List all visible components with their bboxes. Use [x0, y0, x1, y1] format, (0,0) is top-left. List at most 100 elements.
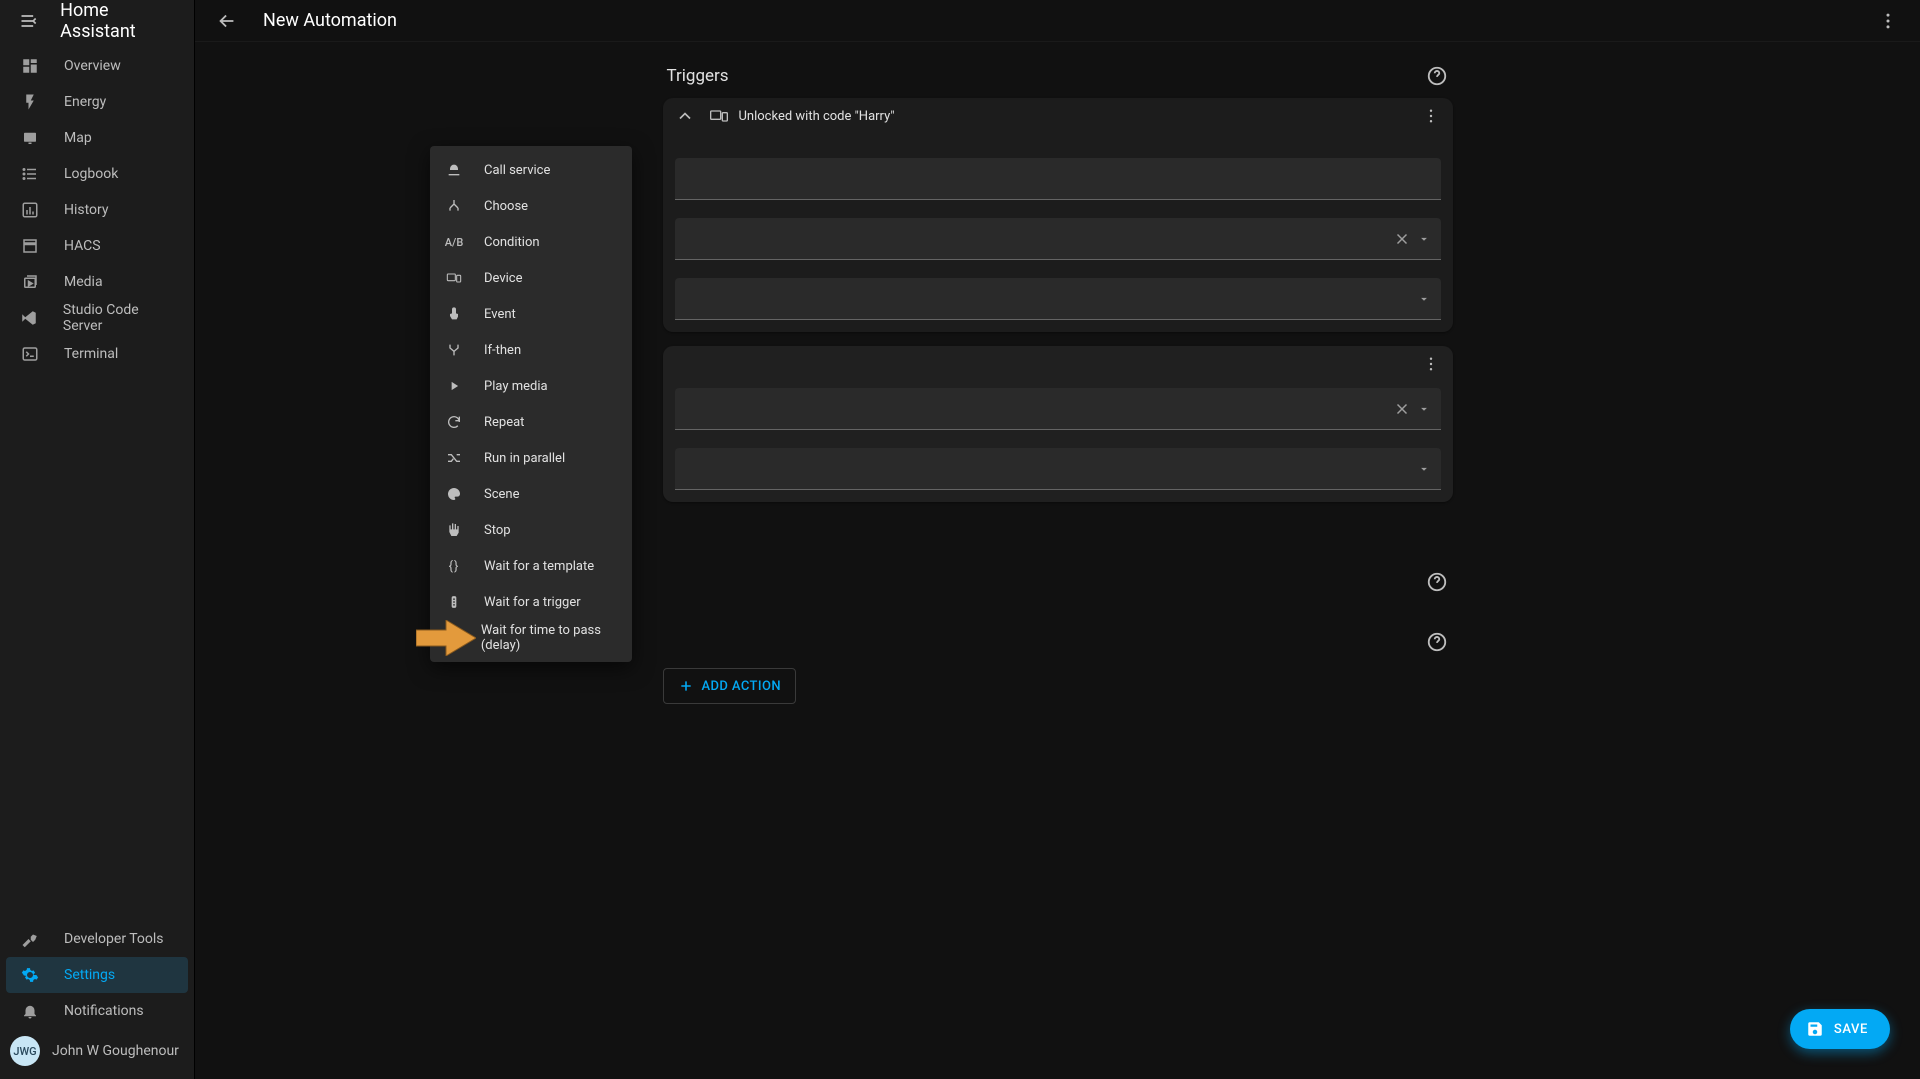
- help-icon[interactable]: [1425, 570, 1449, 594]
- trigger-field-2[interactable]: [675, 218, 1441, 260]
- trigger-card-head[interactable]: Unlocked with code "Harry": [663, 98, 1453, 134]
- menu-collapse-icon[interactable]: [12, 3, 46, 39]
- sidebar-item-hacs[interactable]: HACS: [6, 228, 188, 264]
- chevron-up-icon[interactable]: [671, 102, 699, 130]
- card-overflow-button[interactable]: [1417, 350, 1445, 378]
- section-head-triggers: Triggers: [667, 64, 1449, 88]
- menu-item-label: Repeat: [484, 415, 524, 430]
- menu-item-event[interactable]: Event: [430, 296, 632, 332]
- vscode-icon: [18, 309, 41, 327]
- clear-icon[interactable]: [1393, 230, 1411, 248]
- menu-item-label: Wait for time to pass (delay): [481, 623, 618, 653]
- menu-item-device[interactable]: Device: [430, 260, 632, 296]
- menu-item-label: Play media: [484, 379, 548, 394]
- sidebar-item-label: Map: [64, 130, 92, 146]
- terminal-icon: [18, 345, 42, 363]
- menu-item-if-then[interactable]: If-then: [430, 332, 632, 368]
- menu-item-label: Scene: [484, 487, 520, 502]
- sidebar-item-vscode[interactable]: Studio Code Server: [6, 300, 188, 336]
- hammer-icon: [18, 930, 42, 948]
- chart-icon: [18, 201, 42, 219]
- sidebar-item-label: Settings: [64, 967, 115, 983]
- app-name: Home Assistant: [60, 0, 182, 42]
- sidebar-item-energy[interactable]: Energy: [6, 84, 188, 120]
- bell-icon: [18, 1002, 42, 1020]
- back-button[interactable]: [209, 3, 245, 39]
- timer-icon: [444, 630, 461, 646]
- bell-service-icon: [444, 162, 464, 178]
- avatar: JWG: [10, 1036, 40, 1066]
- sidebar-header: Home Assistant: [0, 0, 194, 42]
- user-name: John W Goughenour: [52, 1043, 179, 1059]
- menu-item-label: Run in parallel: [484, 451, 565, 466]
- menu-item-wait-template[interactable]: {} Wait for a template: [430, 548, 632, 584]
- trigger-field-3[interactable]: [675, 278, 1441, 320]
- add-action-button[interactable]: ADD ACTION: [663, 668, 796, 704]
- sidebar-item-label: Notifications: [64, 1003, 144, 1019]
- sidebar-item-map[interactable]: Map: [6, 120, 188, 156]
- devices-icon: [444, 270, 464, 286]
- sidebar-user[interactable]: JWG John W Goughenour: [0, 1029, 194, 1073]
- help-icon[interactable]: [1425, 630, 1449, 654]
- menu-item-wait-delay[interactable]: Wait for time to pass (delay): [430, 620, 632, 656]
- braces-icon: {}: [444, 559, 464, 574]
- sidebar-item-label: Overview: [64, 58, 121, 74]
- overflow-menu-button[interactable]: [1870, 3, 1906, 39]
- sidebar-item-terminal[interactable]: Terminal: [6, 336, 188, 372]
- list-icon: [18, 165, 42, 183]
- fork-icon: [444, 342, 464, 358]
- cog-icon: [18, 966, 42, 984]
- sidebar-item-notifications[interactable]: Notifications: [6, 993, 188, 1029]
- sidebar-item-label: Logbook: [64, 166, 118, 182]
- menu-item-wait-trigger[interactable]: Wait for a trigger: [430, 584, 632, 620]
- menu-item-label: Wait for a template: [484, 559, 594, 574]
- flash-icon: [18, 93, 42, 111]
- menu-item-condition[interactable]: A/BCondition: [430, 224, 632, 260]
- menu-item-call-service[interactable]: Call service: [430, 152, 632, 188]
- menu-item-label: Device: [484, 271, 523, 286]
- menu-item-play-media[interactable]: Play media: [430, 368, 632, 404]
- sidebar-item-history[interactable]: History: [6, 192, 188, 228]
- trigger-field-1[interactable]: [675, 158, 1441, 200]
- save-label: SAVE: [1834, 1022, 1868, 1037]
- menu-item-scene[interactable]: Scene: [430, 476, 632, 512]
- add-action-label: ADD ACTION: [702, 679, 781, 694]
- sidebar-item-settings[interactable]: Settings: [6, 957, 188, 993]
- media-icon: [18, 273, 42, 291]
- menu-item-choose[interactable]: Choose: [430, 188, 632, 224]
- trigger-card-body: [663, 134, 1453, 332]
- menu-item-label: Stop: [484, 523, 511, 538]
- menu-item-label: Call service: [484, 163, 550, 178]
- trigger2-field-1[interactable]: [675, 388, 1441, 430]
- trigger-card: Unlocked with code "Harry": [663, 98, 1453, 332]
- menu-item-label: Event: [484, 307, 516, 322]
- dashboard-icon: [18, 57, 42, 75]
- trigger2-field-2[interactable]: [675, 448, 1441, 490]
- ab-icon: A/B: [444, 236, 464, 249]
- menu-item-parallel[interactable]: Run in parallel: [430, 440, 632, 476]
- menu-item-stop[interactable]: Stop: [430, 512, 632, 548]
- trigger-card-2-body: [663, 382, 1453, 502]
- sidebar-item-overview[interactable]: Overview: [6, 48, 188, 84]
- sidebar-item-devtools[interactable]: Developer Tools: [6, 921, 188, 957]
- sidebar-nav: Overview Energy Map Logbook History HACS…: [0, 42, 194, 915]
- sidebar: Home Assistant Overview Energy Map Logbo…: [0, 0, 195, 1079]
- menu-item-label: If-then: [484, 343, 521, 358]
- sidebar-item-media[interactable]: Media: [6, 264, 188, 300]
- traffic-icon: [444, 594, 464, 610]
- sidebar-item-label: Developer Tools: [64, 931, 164, 947]
- refresh-icon: [444, 414, 464, 430]
- clear-icon[interactable]: [1393, 400, 1411, 418]
- help-icon[interactable]: [1425, 64, 1449, 88]
- menu-item-label: Choose: [484, 199, 528, 214]
- menu-item-repeat[interactable]: Repeat: [430, 404, 632, 440]
- save-button[interactable]: SAVE: [1790, 1009, 1890, 1049]
- sidebar-item-label: Energy: [64, 94, 106, 110]
- page-title: New Automation: [263, 10, 397, 31]
- chevron-down-icon: [1417, 232, 1431, 246]
- play-icon: [444, 379, 464, 393]
- sidebar-item-logbook[interactable]: Logbook: [6, 156, 188, 192]
- card-overflow-button[interactable]: [1417, 102, 1445, 130]
- trigger-card-2-head[interactable]: [663, 346, 1453, 382]
- chevron-down-icon: [1417, 462, 1431, 476]
